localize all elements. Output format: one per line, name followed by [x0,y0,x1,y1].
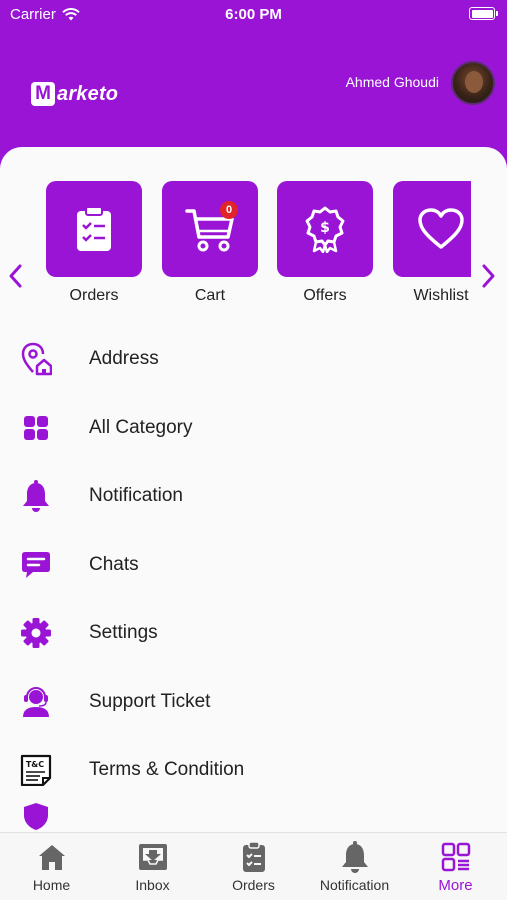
clipboard-icon [77,206,111,251]
tab-label: Orders [232,877,275,893]
quick-action-cart[interactable]: 0 Cart [162,181,258,305]
cart-count-badge: 0 [220,201,238,219]
menu-item-label: Chats [89,553,139,575]
menu-item-notification[interactable]: Notification [0,462,507,531]
orders-tile[interactable] [46,181,142,277]
quick-action-label: Cart [194,287,226,304]
cart-tile[interactable]: 0 [162,181,258,277]
bell-icon [341,841,368,873]
home-icon [38,845,65,870]
tab-more[interactable]: More [405,841,506,894]
status-bar: Carrier 6:00 PM [0,0,507,30]
location-home-icon [19,342,53,376]
tab-notification[interactable]: Notification [304,841,405,893]
chat-icon [19,548,53,582]
logo-mark: M [31,82,55,106]
offer-badge-icon: $ [305,206,345,253]
battery-icon [469,7,498,20]
menu-item-terms[interactable]: T&C Terms & Condition [0,736,507,805]
heart-icon [418,208,464,249]
menu-item-address[interactable]: Address [0,325,507,394]
quick-action-orders[interactable]: Orders [46,181,142,305]
menu-item-label: Settings [89,622,158,644]
bell-icon [19,479,53,513]
chevron-left-icon[interactable] [7,263,23,289]
tab-label: More [438,877,473,894]
quick-action-offers[interactable]: $ Offers [277,181,373,305]
menu-item-chats[interactable]: Chats [0,531,507,600]
menu-item-label: Notification [89,485,183,507]
menu-item-support-ticket[interactable]: Support Ticket [0,668,507,737]
tab-label: Notification [319,877,390,893]
menu-item-label: Terms & Condition [89,759,245,781]
clipboard-icon [242,841,265,872]
gear-icon [19,616,53,650]
grid-more-icon [441,842,470,872]
menu-item-settings[interactable]: Settings [0,599,507,668]
menu-list: Address All Category Notification Chats … [0,325,507,832]
menu-item-all-category[interactable]: All Category [0,394,507,463]
support-agent-icon [19,685,53,719]
menu-item-label: All Category [89,416,193,438]
tab-inbox[interactable]: Inbox [102,841,203,893]
tab-orders[interactable]: Orders [203,841,304,893]
more-menu-sheet: Orders 0 Cart $ Offers Wishlist Address … [0,147,507,832]
svg-text:$: $ [320,220,330,236]
menu-item-partial[interactable] [0,802,507,833]
shield-icon [19,799,53,833]
menu-item-label: Address [89,348,159,370]
inbox-icon [138,844,167,870]
quick-action-label: Orders [69,287,119,304]
logo-text: arketo [57,82,119,105]
avatar[interactable] [451,61,495,105]
chevron-right-icon[interactable] [481,263,497,289]
offers-tile[interactable]: $ [277,181,373,277]
bottom-tab-bar: Home Inbox Orders Notification More [0,832,507,900]
app-header: Carrier 6:00 PM M arketo Ahmed Ghoudi [0,0,507,170]
terms-icon-text: T&C [26,760,44,769]
carousel-edge [471,181,507,311]
terms-document-icon: T&C [19,753,53,787]
grid-icon [19,411,53,445]
quick-action-label: Offers [303,287,347,304]
menu-item-label: Support Ticket [89,690,211,712]
status-time: 6:00 PM [225,6,282,23]
quick-actions-carousel: Orders 0 Cart $ Offers Wishlist [0,181,507,311]
app-logo: M arketo [31,82,118,106]
tab-label: Inbox [135,877,170,893]
tab-home[interactable]: Home [1,841,102,893]
user-name[interactable]: Ahmed Ghoudi [346,74,439,90]
tab-label: Home [32,877,71,893]
